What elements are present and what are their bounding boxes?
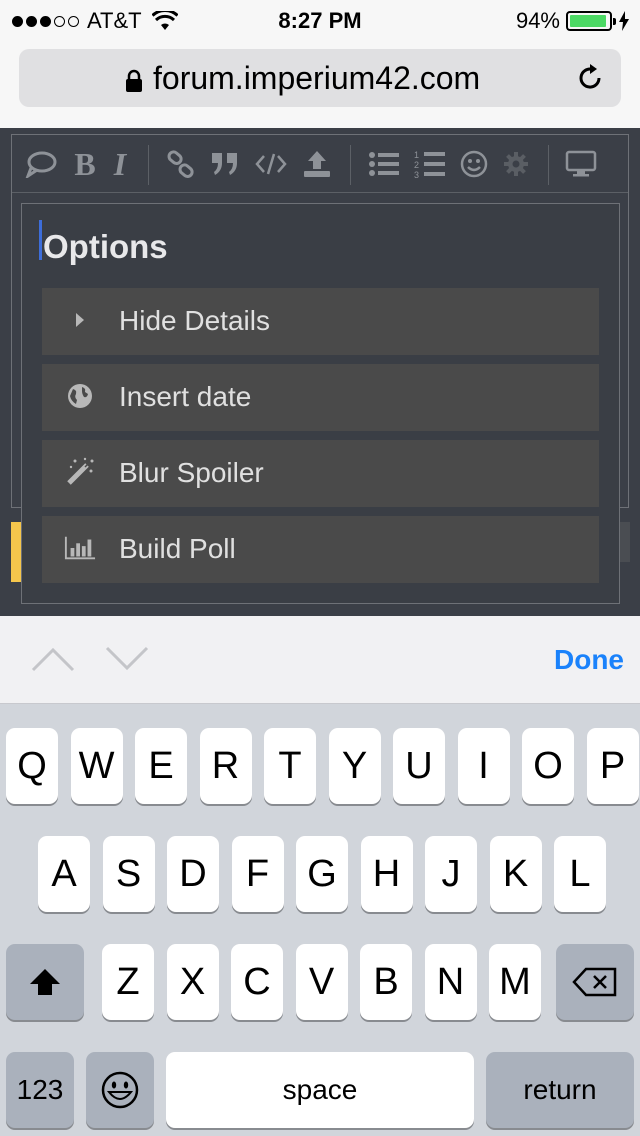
keyboard-accessory-bar: Done [0,616,640,704]
triangle-right-icon [64,304,96,336]
reload-icon[interactable] [575,63,605,93]
url-text: forum.imperium42.com [153,60,481,96]
bar-chart-icon [64,532,96,564]
status-bar: AT&T 8:27 PM 94% [0,0,640,40]
option-insert-date[interactable]: Insert date [42,364,599,431]
bold-button[interactable]: B [70,146,100,182]
key-h[interactable]: H [360,836,413,912]
chevron-down-icon[interactable] [104,644,150,674]
key-t[interactable]: T [264,728,316,804]
quote-icon[interactable] [208,147,242,181]
toolbar-divider [548,145,549,185]
key-m[interactable]: M [489,944,541,1020]
italic-button[interactable]: I [108,146,132,182]
option-label: Insert date [119,381,252,412]
upload-icon[interactable] [300,147,334,181]
code-icon[interactable] [254,147,288,181]
battery-icon [566,11,616,31]
magic-wand-icon [64,456,96,488]
key-y[interactable]: Y [328,728,381,804]
highlight-tab [11,522,21,582]
key-l[interactable]: L [554,836,606,912]
key-i[interactable]: I [457,728,510,804]
option-blur-spoiler[interactable]: Blur Spoiler [42,440,599,507]
address-bar[interactable]: forum.imperium42.com [19,49,621,107]
svg-text:1: 1 [414,150,419,160]
key-w[interactable]: W [70,728,123,804]
delete-key[interactable] [556,944,634,1020]
page-content: B I 123 Options Hide Details Insert date… [0,128,640,616]
key-a[interactable]: A [38,836,90,912]
return-key[interactable]: return [486,1052,634,1128]
emoji-icon [101,1071,139,1109]
link-icon[interactable] [164,147,198,181]
key-n[interactable]: N [424,944,477,1020]
key-u[interactable]: U [393,728,445,804]
space-key[interactable]: space [166,1052,474,1128]
preview-monitor-icon[interactable] [563,147,599,181]
chevron-up-icon[interactable] [30,644,76,674]
gear-icon[interactable] [499,147,533,181]
key-x[interactable]: X [166,944,219,1020]
numbered-list-icon[interactable]: 123 [413,147,447,181]
browser-chrome: forum.imperium42.com [0,40,640,128]
numbers-key[interactable]: 123 [6,1052,74,1128]
svg-text:2: 2 [414,160,419,170]
key-p[interactable]: P [586,728,639,804]
key-k[interactable]: K [489,836,542,912]
key-r[interactable]: R [199,728,252,804]
key-g[interactable]: G [296,836,348,912]
smiley-icon[interactable] [457,147,491,181]
option-label: Hide Details [119,305,270,336]
options-popup: Options Hide Details Insert date Blur Sp… [21,203,620,604]
key-c[interactable]: C [231,944,283,1020]
emoji-key[interactable] [86,1052,154,1128]
globe-icon [64,380,96,412]
charging-bolt-icon [619,11,629,31]
toolbar-divider [350,145,351,185]
key-e[interactable]: E [135,728,187,804]
text-cursor [39,220,42,260]
option-build-poll[interactable]: Build Poll [42,516,599,583]
key-s[interactable]: S [102,836,155,912]
option-label: Blur Spoiler [119,457,264,488]
shift-key[interactable] [6,944,84,1020]
key-j[interactable]: J [425,836,477,912]
speech-bubble-icon[interactable] [24,147,58,181]
done-button[interactable]: Done [554,644,624,676]
popup-title: Options [43,228,168,265]
key-o[interactable]: O [522,728,574,804]
key-q[interactable]: Q [6,728,58,804]
shift-arrow-icon [30,969,60,995]
bullet-list-icon[interactable] [367,147,401,181]
battery-percent: 94% [515,8,560,33]
key-d[interactable]: D [167,836,219,912]
option-label: Build Poll [119,533,236,564]
on-screen-keyboard: QWERTYUIOP ASDFGHJKL ZXCVBNM 123 space r… [0,704,640,1136]
key-b[interactable]: B [360,944,412,1020]
editor-toolbar: B I 123 [12,135,628,193]
svg-text:3: 3 [414,170,419,179]
toolbar-divider [148,145,149,185]
key-f[interactable]: F [231,836,284,912]
key-v[interactable]: V [295,944,348,1020]
lock-icon [126,69,142,92]
option-hide-details[interactable]: Hide Details [42,288,599,355]
backspace-icon [572,967,617,997]
key-z[interactable]: Z [102,944,154,1020]
